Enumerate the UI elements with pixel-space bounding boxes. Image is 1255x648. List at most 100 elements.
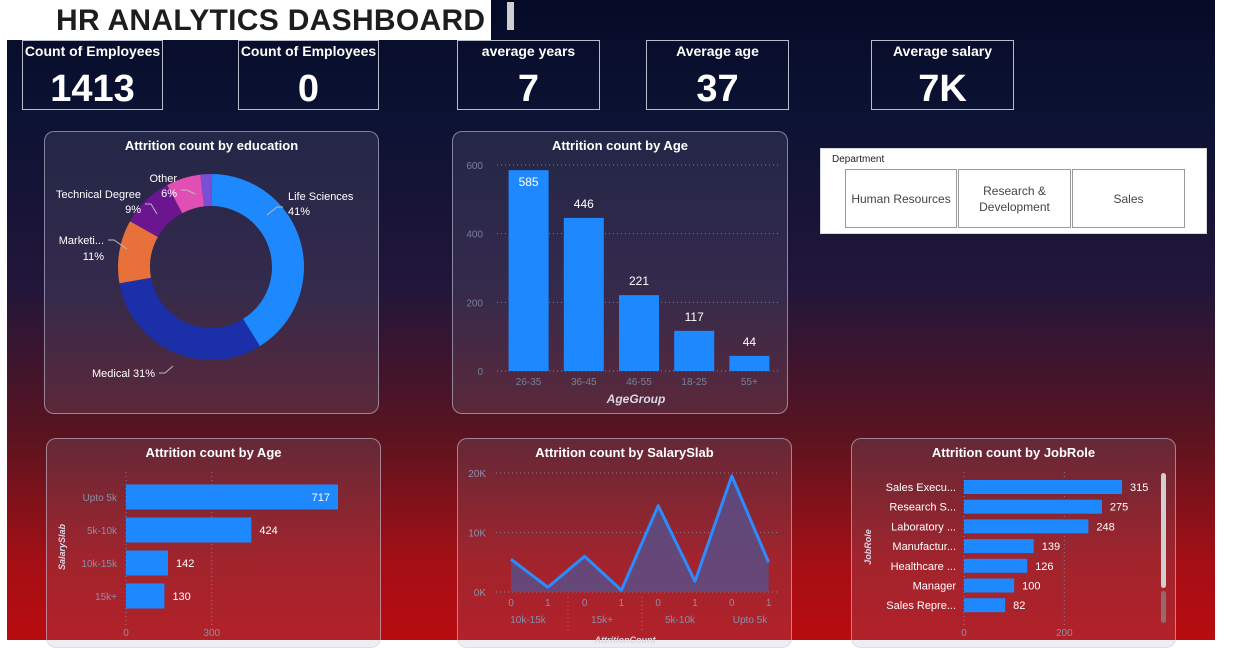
y-tick-label: Sales Repre...	[886, 600, 956, 612]
data-label: 126	[1035, 561, 1053, 573]
jobrole-bar	[964, 578, 1015, 593]
salaryslab-bar	[126, 583, 165, 609]
kpi-value: 37	[696, 68, 739, 110]
age-column-card[interactable]: Attrition count by Age 0 200 400 600 585 26-3…	[452, 131, 788, 414]
y-tick-label: 400	[466, 230, 483, 241]
age-bar	[508, 170, 549, 371]
x-group-label: 10k-15k	[510, 615, 547, 626]
title-scrollbar[interactable]	[507, 2, 514, 30]
y-tick-label: 600	[466, 161, 483, 172]
x-tick-label: 0	[961, 628, 967, 639]
data-label: 315	[1130, 482, 1148, 494]
y-tick-label: 15k+	[95, 592, 117, 603]
slice-label: Life Sciences	[288, 191, 354, 203]
page-title: HR ANALYTICS DASHBOARD	[56, 4, 486, 37]
jobrole-bar	[964, 598, 1006, 613]
title-box: HR ANALYTICS DASHBOARD	[7, 0, 491, 40]
data-label: 585	[519, 175, 539, 189]
data-label: 221	[629, 274, 649, 288]
education-donut-chart[interactable]: Life Sciences 41% Medical 31% Marketi... 11%…	[45, 132, 379, 414]
jobrole-bar-chart[interactable]: 0 200 Sales Execu... 315 Research S... 275 Lab…	[852, 439, 1176, 648]
age-column-chart[interactable]: 0 200 400 600 585 26-35 446 36-45 221 46-55 117 18-…	[453, 132, 788, 414]
y-tick-label: Research S...	[889, 502, 956, 514]
y-tick-label: Manufactur...	[892, 541, 956, 553]
data-label: 248	[1096, 521, 1114, 533]
y-tick-label: 10k-15k	[81, 559, 118, 570]
slice-label: 41%	[288, 206, 310, 218]
area-fill	[511, 475, 769, 592]
data-label: 275	[1110, 502, 1128, 514]
x-tick-label: 1	[619, 598, 625, 609]
kpi-card-employee-count: Count of Employees 1413	[22, 40, 163, 110]
data-label: 717	[312, 492, 330, 504]
slicer-option-research-development[interactable]: Research & Development	[958, 169, 1071, 228]
data-label: 44	[743, 335, 757, 349]
kpi-card-average-years: average years 7	[457, 40, 600, 110]
department-slicer: Department Human Resources Research & De…	[820, 148, 1207, 234]
x-tick-label: 1	[545, 598, 551, 609]
jobrole-bar-card[interactable]: Attrition count by JobRole 0 200 Sales Exe…	[851, 438, 1176, 648]
y-tick-label: 10K	[468, 529, 486, 540]
data-label: 130	[172, 591, 190, 603]
leader-line	[159, 365, 174, 374]
x-tick-label: 0	[582, 598, 588, 609]
kpi-card-average-age: Average age 37	[646, 40, 789, 110]
slice-label: Technical Degree	[56, 189, 141, 201]
jobrole-bar	[964, 539, 1034, 554]
kpi-label: average years	[481, 43, 576, 59]
y-tick-label: 0K	[474, 588, 487, 599]
data-label: 142	[176, 558, 194, 570]
x-group-label: 5k-10k	[665, 615, 696, 626]
data-label: 446	[574, 197, 594, 211]
data-label: 100	[1022, 581, 1040, 593]
y-axis-title: JobRole	[863, 529, 873, 565]
x-tick-label: 36-45	[571, 377, 597, 388]
y-tick-label: 5k-10k	[87, 526, 118, 537]
y-tick-label: Upto 5k	[83, 493, 118, 504]
education-donut-card[interactable]: Attrition count by education Life Scienc…	[44, 131, 379, 414]
x-axis-title: AttritionCount	[594, 635, 657, 645]
x-group-label: Upto 5k	[733, 615, 768, 626]
slice-label: Marketi...	[59, 235, 104, 247]
x-tick-label: 0	[123, 628, 129, 639]
age-bar	[563, 217, 604, 371]
slice-label: 6%	[161, 188, 177, 200]
salaryslab-area-card[interactable]: Attrition count by SalarySlab 0K 10K 20K 0 1…	[457, 438, 792, 648]
x-tick-label: 46-55	[626, 377, 652, 388]
kpi-label: Average salary	[892, 43, 993, 59]
jobrole-bar	[964, 480, 1122, 494]
data-label: 82	[1013, 600, 1025, 612]
x-tick-label: 200	[1056, 628, 1073, 639]
y-axis-title: SalarySlab	[57, 523, 67, 570]
x-tick-label: 1	[692, 598, 698, 609]
x-tick-label: 0	[655, 598, 661, 609]
y-tick-label: 200	[466, 298, 483, 309]
slicer-option-sales[interactable]: Sales	[1072, 169, 1185, 228]
jobrole-bar	[964, 499, 1102, 514]
y-tick-label: 0	[477, 367, 483, 378]
right-gutter	[1215, 0, 1255, 640]
slicer-label: Department	[832, 154, 885, 165]
scrollbar-track	[1161, 591, 1166, 623]
x-tick-label: 18-25	[681, 377, 707, 388]
slicer-option-human-resources[interactable]: Human Resources	[845, 169, 957, 228]
kpi-card-attrition-count: Count of Employees 0	[238, 40, 379, 110]
y-tick-label: Sales Execu...	[886, 482, 956, 494]
x-group-label: 15k+	[591, 615, 613, 626]
salaryslab-bar-chart[interactable]: 0 300 Upto 5k 717 5k-10k 424 10k-15k 142 15k+ 130…	[47, 439, 381, 648]
kpi-card-average-salary: Average salary 7K	[871, 40, 1014, 110]
kpi-value: 7K	[918, 68, 967, 110]
data-label: 424	[259, 525, 277, 537]
salaryslab-bar-card[interactable]: Attrition count by Age 0 300 Upto 5k 717 5k-…	[46, 438, 381, 648]
x-tick-label: 0	[508, 598, 514, 609]
age-bar	[674, 330, 715, 371]
jobrole-bar	[964, 558, 1028, 573]
x-tick-label: 1	[766, 598, 772, 609]
salaryslab-area-chart[interactable]: 0K 10K 20K 0 1 0 1 0 1 0 1 10k-15k 15k+ 5k-10k Upto 5k…	[458, 439, 792, 648]
slice-label: Other	[149, 173, 177, 185]
donut-slice	[119, 277, 260, 360]
salaryslab-bar	[126, 484, 338, 510]
y-tick-label: 20K	[468, 469, 486, 480]
vertical-scrollbar[interactable]	[1161, 473, 1166, 588]
y-tick-label: Laboratory ...	[891, 521, 956, 533]
